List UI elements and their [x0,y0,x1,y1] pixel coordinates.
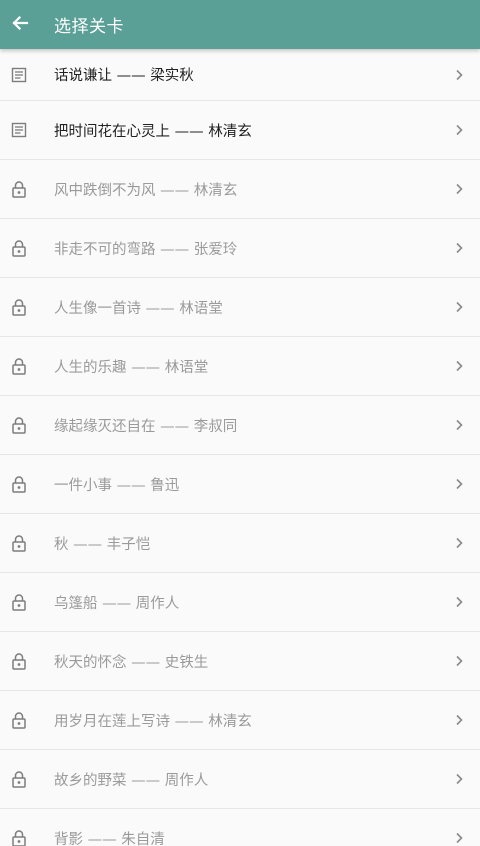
level-item[interactable]: 乌篷船 —— 周作人 [0,573,480,632]
lock-icon [9,710,29,730]
level-item[interactable]: 秋天的怀念 —— 史铁生 [0,632,480,691]
app-bar: 选择关卡 [0,0,480,49]
level-list: 话说谦让 —— 梁实秋把时间花在心灵上 —— 林清玄 风中跌倒不为风 —— 林清玄… [0,49,480,846]
level-title: 秋 —— 丰子恺 [54,536,151,553]
lock-icon [9,238,29,258]
document-icon [9,65,29,85]
chevron-right-icon [452,300,466,314]
level-item[interactable]: 人生的乐趣 —— 林语堂 [0,337,480,396]
level-title: 背影 —— 朱自清 [54,831,165,846]
level-item[interactable]: 故乡的野菜 —— 周作人 [0,750,480,809]
lock-icon [9,297,29,317]
chevron-right-icon [452,418,466,432]
level-title: 非走不可的弯路 —— 张爱玲 [54,241,238,258]
level-title: 用岁月在莲上写诗 —— 林清玄 [54,713,252,730]
lock-icon [9,828,29,846]
level-title: 一件小事 —— 鲁迅 [54,477,180,494]
chevron-right-icon [452,713,466,727]
lock-icon [9,533,29,553]
level-title: 人生像一首诗 —— 林语堂 [54,300,223,317]
page-title: 选择关卡 [54,17,124,37]
chevron-right-icon [452,477,466,491]
arrow-left-icon [10,13,30,37]
level-title: 乌篷船 —— 周作人 [54,595,180,612]
chevron-right-icon [452,182,466,196]
level-title: 话说谦让 —— 梁实秋 [54,68,194,84]
level-item[interactable]: 风中跌倒不为风 —— 林清玄 [0,160,480,219]
level-item[interactable]: 背影 —— 朱自清 [0,809,480,846]
level-item[interactable]: 缘起缘灭还自在 —— 李叔同 [0,396,480,455]
lock-icon [9,179,29,199]
level-item[interactable]: 把时间花在心灵上 —— 林清玄 [0,101,480,160]
back-button[interactable] [0,0,40,49]
chevron-right-icon [452,359,466,373]
level-title: 缘起缘灭还自在 —— 李叔同 [54,418,238,435]
document-icon [9,120,29,140]
level-title: 秋天的怀念 —— 史铁生 [54,654,209,671]
chevron-right-icon [452,123,466,137]
level-title: 故乡的野菜 —— 周作人 [54,772,209,789]
lock-icon [9,356,29,376]
chevron-right-icon [452,536,466,550]
chevron-right-icon [452,241,466,255]
chevron-right-icon [452,595,466,609]
level-title: 人生的乐趣 —— 林语堂 [54,359,209,376]
level-title: 风中跌倒不为风 —— 林清玄 [54,182,238,199]
chevron-right-icon [452,772,466,786]
lock-icon [9,592,29,612]
lock-icon [9,769,29,789]
chevron-right-icon [452,654,466,668]
level-item[interactable]: 人生像一首诗 —— 林语堂 [0,278,480,337]
lock-icon [9,415,29,435]
chevron-right-icon [452,68,466,82]
chevron-right-icon [452,831,466,845]
level-item[interactable]: 用岁月在莲上写诗 —— 林清玄 [0,691,480,750]
lock-icon [9,474,29,494]
level-title: 把时间花在心灵上 —— 林清玄 [54,123,252,140]
level-item[interactable]: 秋 —— 丰子恺 [0,514,480,573]
level-item[interactable]: 一件小事 —— 鲁迅 [0,455,480,514]
level-item[interactable]: 非走不可的弯路 —— 张爱玲 [0,219,480,278]
level-item[interactable]: 话说谦让 —— 梁实秋 [0,49,480,101]
lock-icon [9,651,29,671]
